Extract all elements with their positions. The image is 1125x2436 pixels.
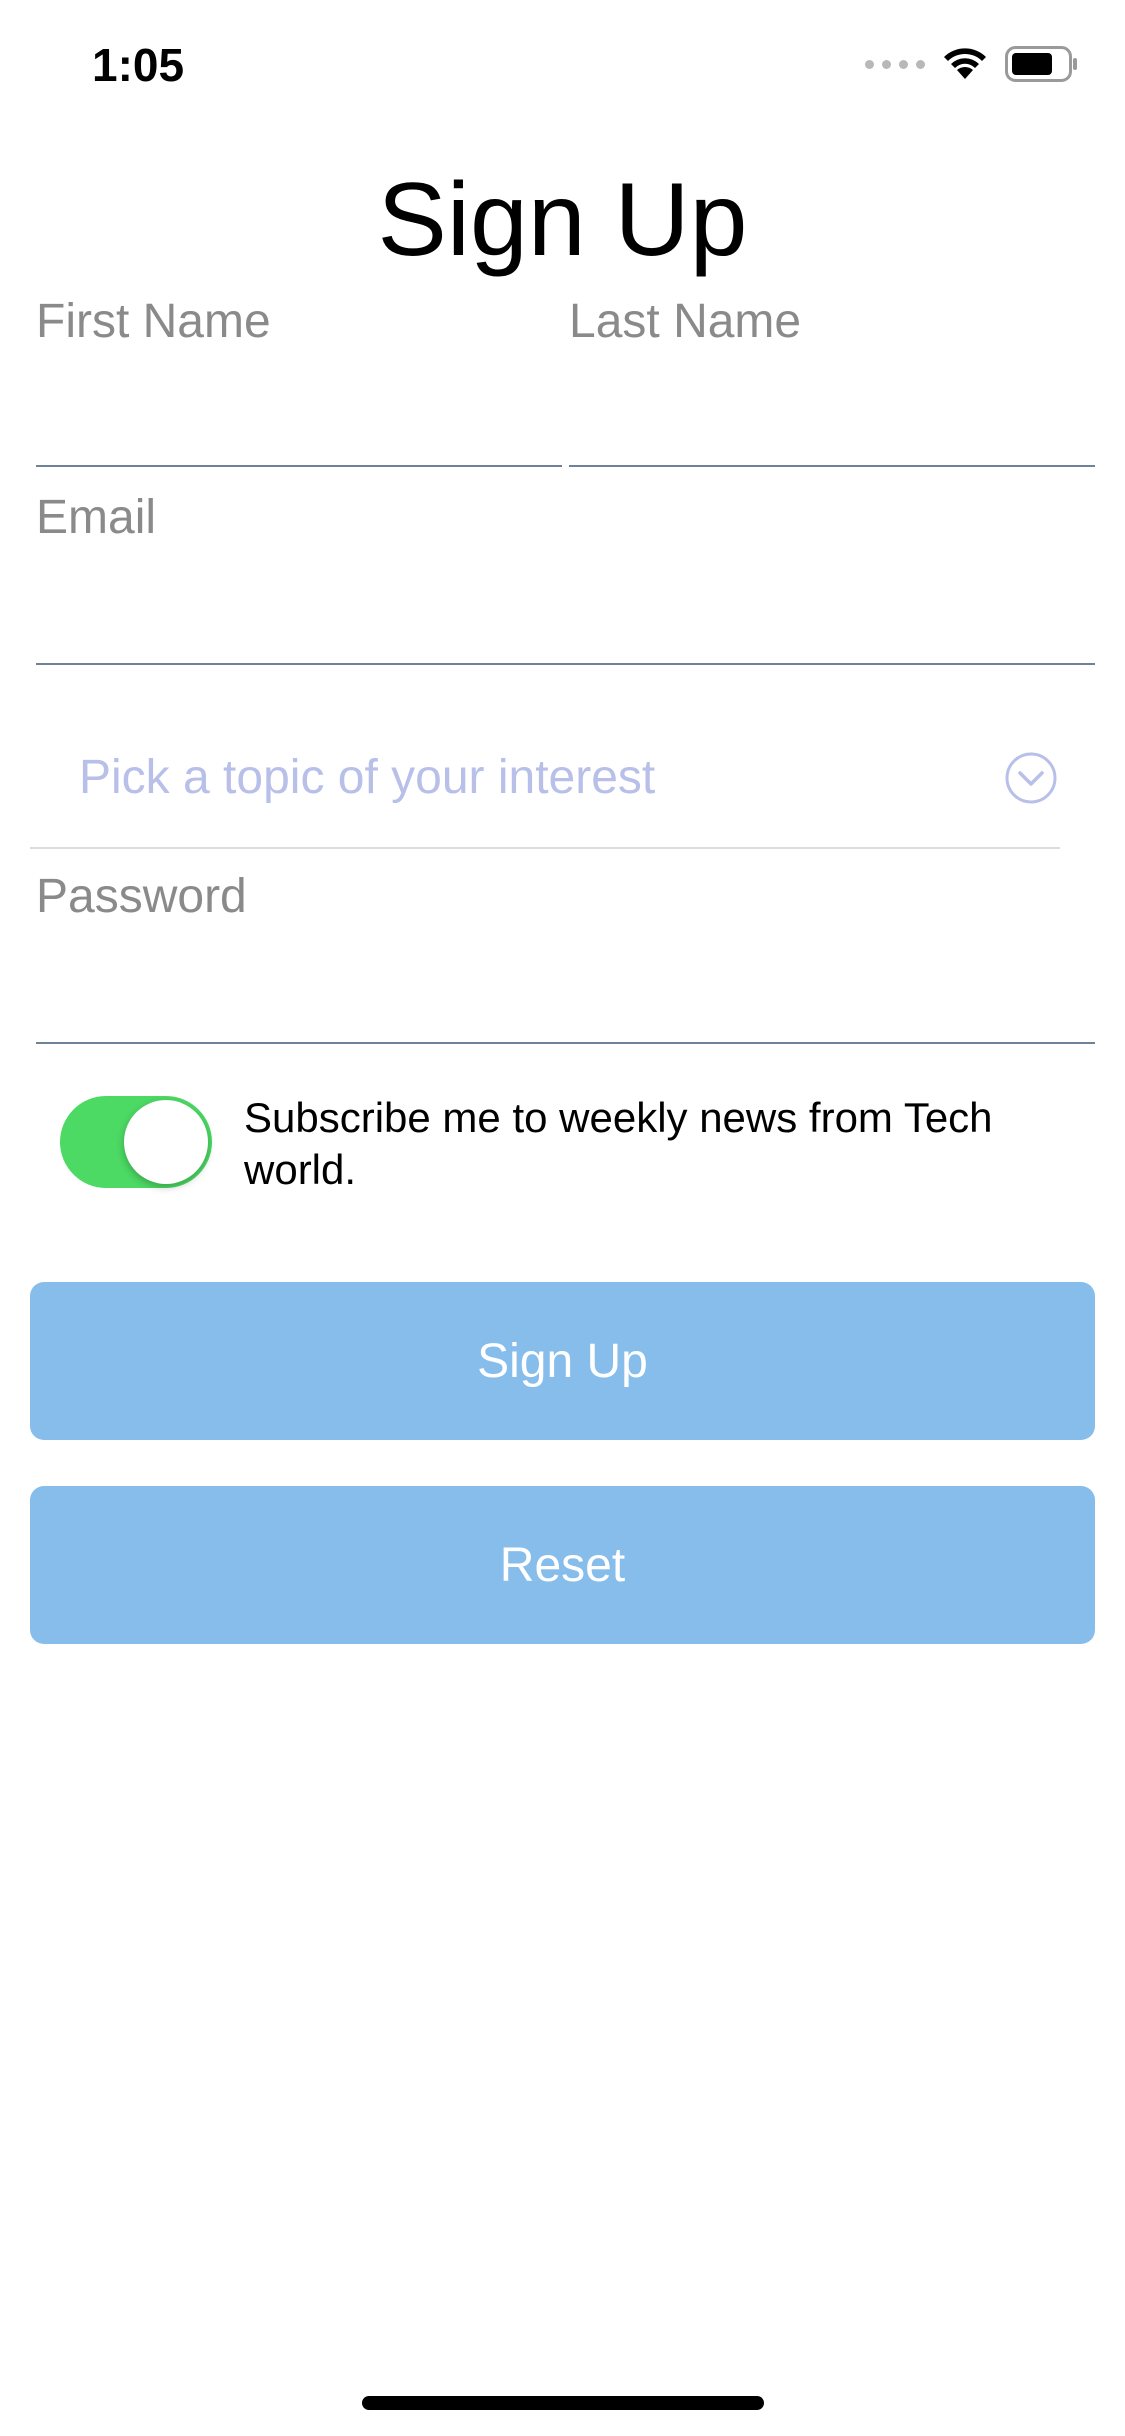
- email-label: Email: [36, 491, 157, 544]
- sign-up-screen: 1:05 Sign Up First Name Last Name Email …: [0, 0, 1125, 2436]
- home-indicator[interactable]: [362, 2396, 764, 2410]
- status-time: 1:05: [92, 39, 185, 91]
- reset-button[interactable]: Reset: [30, 1486, 1095, 1644]
- chevron-down-circle-icon[interactable]: [1004, 751, 1058, 805]
- toggle-knob: [124, 1100, 208, 1184]
- cellular-signal-icon: [865, 59, 925, 69]
- topic-placeholder[interactable]: Pick a topic of your interest: [79, 754, 655, 802]
- last-name-label: Last Name: [569, 295, 802, 348]
- first-name-field[interactable]: [36, 465, 562, 467]
- password-label: Password: [36, 870, 247, 923]
- subscribe-label: Subscribe me to weekly news from Tech wo…: [244, 1094, 993, 1193]
- battery-icon: [1005, 46, 1077, 82]
- password-field[interactable]: [36, 1042, 1095, 1044]
- subscribe-toggle[interactable]: [60, 1096, 212, 1188]
- topic-divider: [30, 847, 1060, 849]
- page-title: Sign Up: [377, 162, 748, 278]
- status-icons: [865, 46, 1079, 82]
- email-field[interactable]: [36, 663, 1095, 665]
- first-name-label: First Name: [36, 295, 271, 348]
- sign-up-button[interactable]: Sign Up: [30, 1282, 1095, 1440]
- wifi-icon: [944, 48, 986, 79]
- last-name-field[interactable]: [569, 465, 1095, 467]
